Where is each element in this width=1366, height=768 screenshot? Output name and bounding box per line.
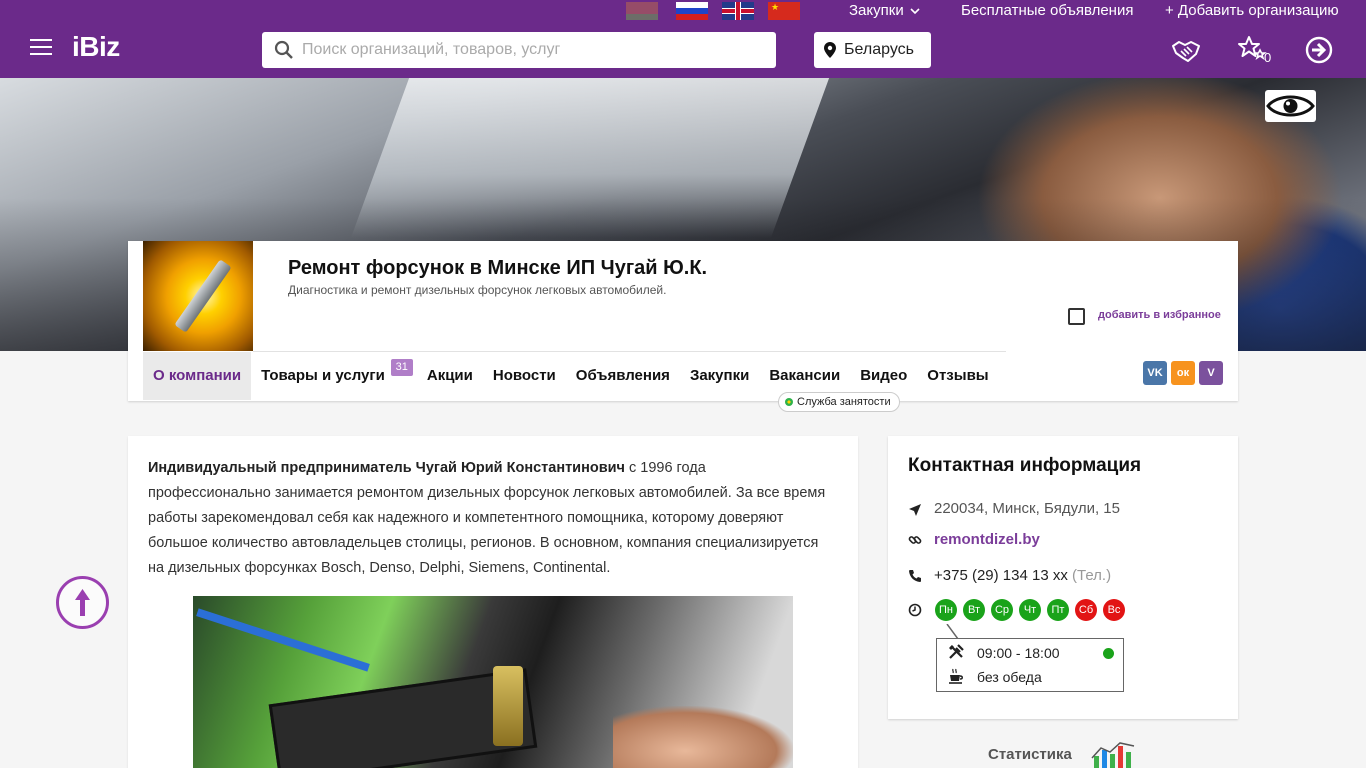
procurement-menu[interactable]: Закупки: [849, 2, 920, 19]
working-days: Пн Вт Ср Чт Пт Сб Вс: [935, 599, 1131, 621]
day-fri[interactable]: Пт: [1047, 599, 1069, 621]
coffee-cup-icon: [949, 668, 963, 684]
tab-products[interactable]: Товары и услуги 31: [251, 352, 413, 400]
tab-ads[interactable]: Объявления: [566, 352, 680, 400]
day-thu[interactable]: Чт: [1019, 599, 1041, 621]
about-panel: Индивидуальный предприниматель Чугай Юри…: [128, 436, 858, 768]
company-logo: [143, 241, 253, 351]
phone-number[interactable]: +375 (29) 134 13 xx (Тел.): [934, 567, 1111, 584]
favorite-checkbox[interactable]: [1068, 308, 1085, 325]
phone-value: +375 (29) 134 13 xx: [934, 567, 1068, 584]
employment-label: Служба занятости: [797, 396, 891, 408]
company-subtitle: Диагностика и ремонт дизельных форсунок …: [288, 283, 667, 297]
vk-icon[interactable]: VK: [1143, 361, 1167, 385]
contact-panel: Контактная информация 220034, Минск, Бяд…: [888, 436, 1238, 719]
about-body: с 1996 года профессионально занимается р…: [148, 460, 826, 576]
tab-news[interactable]: Новости: [483, 352, 566, 400]
statistics-chart-icon[interactable]: [1090, 740, 1138, 768]
about-lead: Индивидуальный предприниматель Чугай Юри…: [148, 460, 625, 476]
about-text: Индивидуальный предприниматель Чугай Юри…: [148, 456, 828, 581]
phone-note: (Тел.): [1072, 567, 1112, 584]
working-hours-popup: 09:00 - 18:00 без обеда: [936, 638, 1124, 692]
open-status-indicator: [1103, 648, 1114, 659]
belarus-flag-icon[interactable]: [626, 2, 658, 20]
company-card: Ремонт форсунок в Минске ИП Чугай Ю.К. Д…: [128, 241, 1238, 401]
day-sun[interactable]: Вс: [1103, 599, 1125, 621]
arrow-up-icon: [75, 589, 90, 616]
statistics-label[interactable]: Статистика: [988, 746, 1072, 763]
main-header: iBiz Беларусь 0: [0, 22, 1366, 78]
company-title: Ремонт форсунок в Минске ИП Чугай Ю.К.: [288, 257, 708, 279]
search-icon[interactable]: [274, 40, 294, 60]
add-organization-link[interactable]: + Добавить организацию: [1165, 2, 1339, 19]
search-input[interactable]: [302, 32, 762, 68]
odnoklassniki-icon[interactable]: ок: [1171, 361, 1195, 385]
day-mon[interactable]: Пн: [935, 599, 957, 621]
region-label: Беларусь: [844, 41, 914, 58]
contact-title: Контактная информация: [908, 455, 1142, 476]
phone-icon: [909, 570, 921, 582]
tab-promotions[interactable]: Акции: [417, 352, 483, 400]
day-sat[interactable]: Сб: [1075, 599, 1097, 621]
address-text: 220034, Минск, Бядули, 15: [934, 500, 1120, 517]
day-wed[interactable]: Ср: [991, 599, 1013, 621]
website-link[interactable]: remontdizel.by: [934, 531, 1040, 548]
tab-products-label: Товары и услуги: [261, 367, 385, 384]
day-tue[interactable]: Вт: [963, 599, 985, 621]
navigation-arrow-icon: [909, 504, 921, 516]
search-box: [262, 32, 776, 68]
russia-flag-icon[interactable]: [676, 2, 708, 20]
tab-reviews[interactable]: Отзывы: [917, 352, 998, 400]
employment-logo-icon: [785, 398, 793, 406]
lunch-info: без обеда: [977, 669, 1042, 685]
tools-icon: [949, 644, 964, 659]
top-strip: ★ Закупки Бесплатные объявления + Добави…: [0, 0, 1366, 22]
uk-flag-icon[interactable]: [722, 2, 754, 20]
workshop-photo: [193, 596, 793, 768]
scroll-up-button[interactable]: [56, 576, 109, 629]
add-to-favorites-link[interactable]: добавить в избранное: [1098, 309, 1221, 321]
employment-service-link[interactable]: Служба занятости: [778, 392, 900, 412]
menu-icon[interactable]: [30, 39, 52, 55]
login-icon[interactable]: [1303, 34, 1335, 66]
china-flag-icon[interactable]: ★: [768, 2, 800, 20]
free-ads-link[interactable]: Бесплатные объявления: [961, 2, 1133, 19]
location-pin-icon: [824, 42, 836, 58]
eye-icon: [1266, 95, 1315, 117]
products-count-badge: 31: [390, 359, 413, 376]
eye-view-button[interactable]: [1265, 90, 1316, 122]
favorites-count: 0: [1264, 50, 1272, 65]
tab-procurement[interactable]: Закупки: [680, 352, 759, 400]
region-selector[interactable]: Беларусь: [814, 32, 931, 68]
working-hours: 09:00 - 18:00: [977, 645, 1060, 661]
link-icon: [908, 536, 922, 544]
viber-icon[interactable]: V: [1199, 361, 1223, 385]
tab-about[interactable]: О компании: [143, 352, 252, 400]
procurement-label: Закупки: [849, 2, 904, 19]
clock-icon: [908, 603, 922, 617]
chevron-down-icon: [910, 8, 920, 15]
handshake-icon[interactable]: [1170, 34, 1202, 66]
site-logo[interactable]: iBiz: [72, 31, 120, 63]
